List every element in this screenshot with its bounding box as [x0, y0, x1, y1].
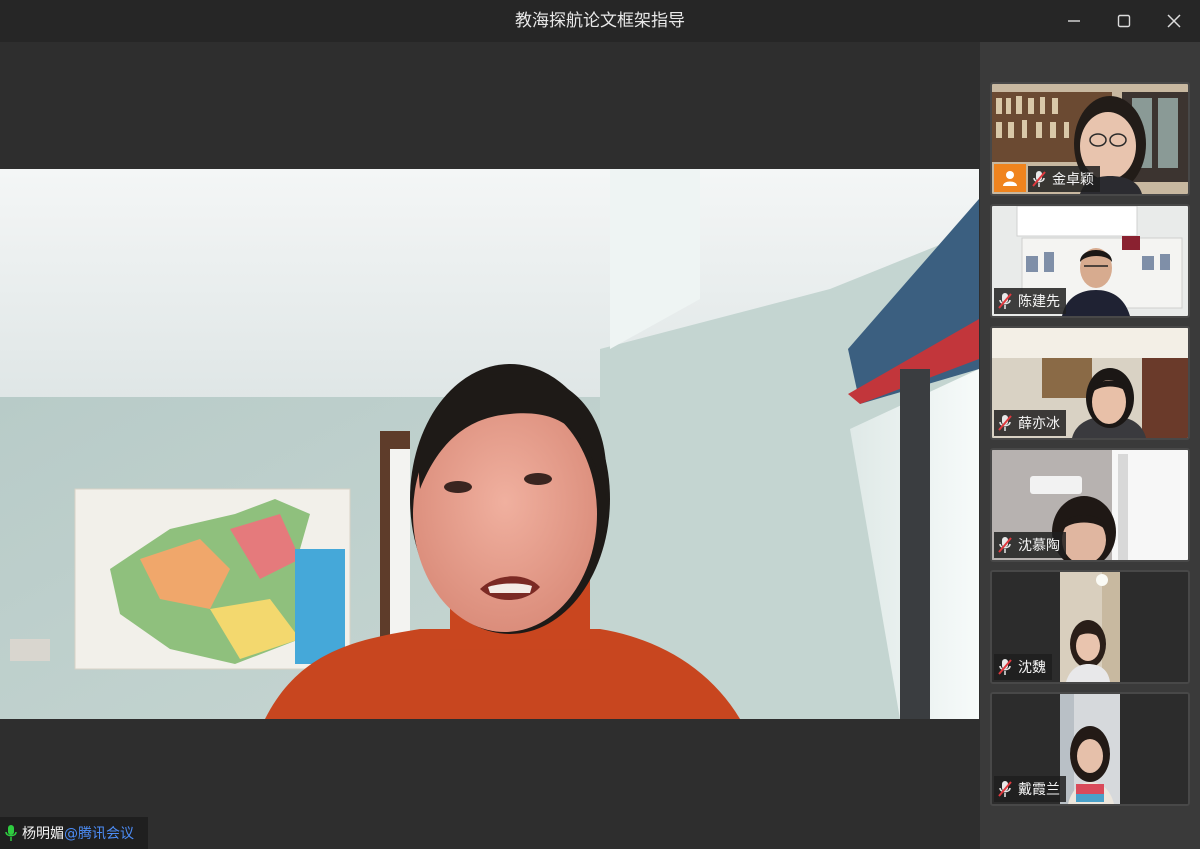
title-bar: 教海探航论文框架指导	[0, 0, 1200, 42]
close-icon	[1167, 14, 1181, 28]
host-badge	[994, 164, 1026, 192]
participant-name: 沈慕陶	[1018, 538, 1060, 554]
microphone-muted-icon	[998, 781, 1012, 797]
participant-sidebar[interactable]: 金卓颖 陈建先 薛亦冰 沈慕陶 沈魏 戴霞兰	[980, 42, 1200, 849]
active-speaker-tag: 杨明媚 @腾讯会议	[0, 817, 148, 849]
microphone-muted-icon	[998, 415, 1012, 431]
microphone-icon	[5, 825, 17, 841]
participant-label: 金卓颖	[1028, 166, 1100, 192]
minimize-icon	[1068, 20, 1080, 22]
participant-label: 戴霞兰	[994, 776, 1066, 802]
main-speaker-video[interactable]	[0, 169, 979, 719]
main-stage: 杨明媚 @腾讯会议	[0, 42, 980, 849]
participant-tile[interactable]: 戴霞兰	[990, 692, 1190, 806]
participant-name: 戴霞兰	[1018, 782, 1060, 798]
window-title: 教海探航论文框架指导	[515, 11, 685, 31]
active-speaker-name: 杨明媚	[22, 826, 64, 842]
minimize-button[interactable]	[1059, 6, 1089, 36]
host-user-icon	[1003, 171, 1017, 186]
participant-tile[interactable]: 薛亦冰	[990, 326, 1190, 440]
microphone-muted-icon	[998, 659, 1012, 675]
participant-name: 薛亦冰	[1018, 416, 1060, 432]
main-video-scene	[0, 169, 979, 719]
participant-name: 沈魏	[1018, 660, 1046, 676]
participant-label: 沈慕陶	[994, 532, 1066, 558]
meeting-brand-label: @腾讯会议	[64, 826, 134, 842]
participant-tile[interactable]: 陈建先	[990, 204, 1190, 318]
participant-label: 陈建先	[994, 288, 1066, 314]
participant-name: 金卓颖	[1052, 172, 1094, 188]
close-button[interactable]	[1159, 6, 1189, 36]
maximize-icon	[1117, 14, 1131, 28]
microphone-muted-icon	[1032, 171, 1046, 187]
microphone-muted-icon	[998, 537, 1012, 553]
participant-label: 薛亦冰	[994, 410, 1066, 436]
participant-name: 陈建先	[1018, 294, 1060, 310]
participant-label: 沈魏	[994, 654, 1052, 680]
maximize-button[interactable]	[1109, 6, 1139, 36]
participant-tile[interactable]: 沈慕陶	[990, 448, 1190, 562]
participant-tile[interactable]: 金卓颖	[990, 82, 1190, 196]
participant-tile[interactable]: 沈魏	[990, 570, 1190, 684]
microphone-muted-icon	[998, 293, 1012, 309]
